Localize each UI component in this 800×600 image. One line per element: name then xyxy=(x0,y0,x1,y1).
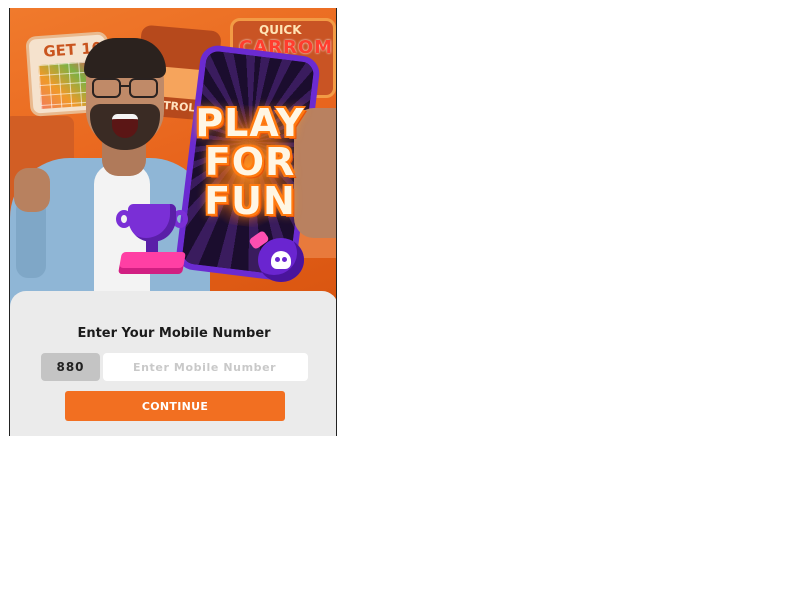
game-tile-carrom-subtitle: QUICK xyxy=(259,23,302,37)
country-code-prefix: 880 xyxy=(41,353,100,381)
skull-bomb-icon xyxy=(248,229,306,282)
login-title: Enter Your Mobile Number xyxy=(77,326,271,341)
continue-button[interactable]: CONTINUE xyxy=(65,391,285,421)
raised-fist xyxy=(14,168,50,212)
hair xyxy=(84,38,166,78)
promo-banner: GET 10 TROL QUICK CARROM PLAY FOR FUN xyxy=(10,8,336,308)
app-screen: GET 10 TROL QUICK CARROM PLAY FOR FUN En… xyxy=(9,8,337,436)
headline-line-2: FOR xyxy=(204,140,296,184)
login-panel: Enter Your Mobile Number 880 CONTINUE xyxy=(10,291,336,436)
headline-line-1: PLAY xyxy=(195,101,305,145)
glasses-icon xyxy=(92,78,160,100)
mobile-number-input[interactable] xyxy=(103,353,308,381)
trophy-icon xyxy=(114,204,190,278)
headline-line-3: FUN xyxy=(204,179,296,223)
play-for-fun-headline: PLAY FOR FUN xyxy=(180,104,320,221)
